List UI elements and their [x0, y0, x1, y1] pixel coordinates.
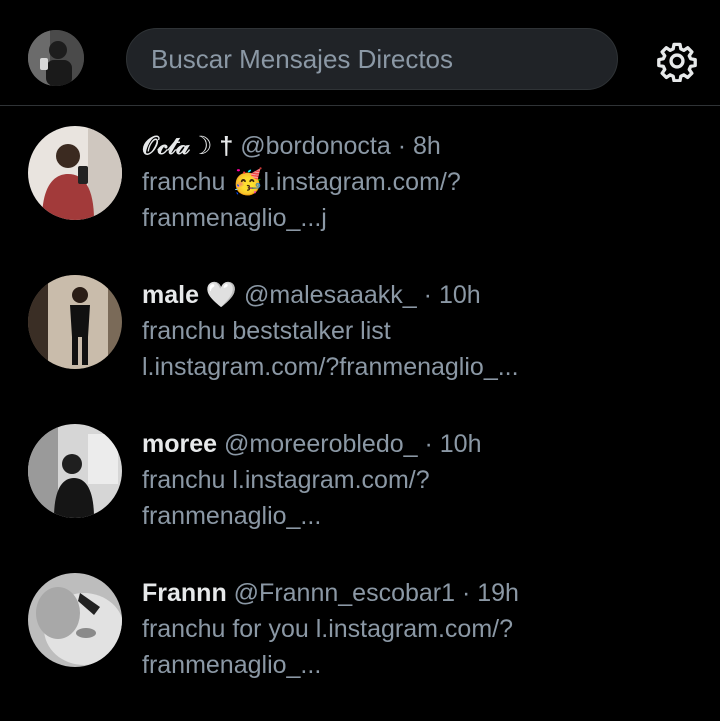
separator: ·: [424, 430, 433, 458]
avatar-photo: [28, 573, 122, 667]
preview-line: franchu l.instagram.com/?: [142, 466, 430, 494]
avatar-photo: [28, 424, 122, 518]
user-name: Frannn: [142, 579, 227, 607]
preview-line: franchu beststalker list: [142, 317, 391, 345]
user-handle: @moreerobledo_: [224, 430, 418, 458]
preview-line: franmenaglio_...: [142, 502, 322, 530]
avatar[interactable]: [28, 126, 122, 220]
avatar-photo: [28, 126, 122, 220]
timestamp: 10h: [439, 430, 482, 458]
separator: ·: [397, 132, 407, 160]
user-handle: @Frannn_escobar1: [233, 579, 456, 607]
conversation-item[interactable]: moree @moreerobledo_ · 10h franchu l.ins…: [0, 424, 720, 572]
gear-icon: [657, 42, 697, 83]
search-input[interactable]: [149, 42, 593, 76]
avatar[interactable]: [28, 573, 122, 667]
user-name: moree: [142, 430, 218, 458]
preview-line: franmenaglio_...j: [142, 204, 327, 232]
avatar-photo: [28, 275, 122, 369]
preview-line: franmenaglio_...: [142, 651, 322, 679]
settings-button[interactable]: [656, 40, 698, 83]
timestamp: 19h: [477, 579, 519, 607]
avatar[interactable]: [28, 275, 122, 369]
top-bar: [0, 0, 720, 106]
search-box[interactable]: [126, 28, 618, 90]
conversation-item[interactable]: 𝒪𝒸𝓉𝒶☽ † @bordonocta · 8h franchu 🥳l.inst…: [0, 126, 720, 274]
user-handle: @bordonocta: [240, 132, 391, 160]
timestamp: 10h: [438, 281, 481, 309]
conversation-header: male 🤍 @malesaaakk_ · 10h: [142, 277, 481, 313]
conversation-header: moree @moreerobledo_ · 10h: [142, 426, 482, 462]
separator: ·: [423, 281, 432, 309]
conversation-item[interactable]: male 🤍 @malesaaakk_ · 10h franchu bestst…: [0, 275, 720, 423]
preview-line: franchu for you l.instagram.com/?: [142, 615, 513, 643]
user-name: 𝒪𝒸𝓉𝒶☽ †: [142, 132, 234, 160]
separator: ·: [461, 579, 471, 607]
preview-line: franchu 🥳l.instagram.com/?: [142, 168, 461, 196]
conversation-header: Frannn @Frannn_escobar1 · 19h: [142, 575, 519, 611]
user-name: male 🤍: [142, 281, 238, 309]
timestamp: 8h: [412, 132, 441, 160]
user-handle: @malesaaakk_: [244, 281, 417, 309]
message-preview: franchu beststalker list l.instagram.com…: [142, 313, 702, 385]
conversation-header: 𝒪𝒸𝓉𝒶☽ † @bordonocta · 8h: [142, 128, 441, 164]
profile-photo: [28, 30, 84, 86]
message-preview: franchu for you l.instagram.com/? franme…: [142, 611, 702, 683]
message-preview: franchu 🥳l.instagram.com/? franmenaglio_…: [142, 164, 702, 236]
preview-line: l.instagram.com/?franmenaglio_...: [142, 353, 519, 381]
avatar[interactable]: [28, 424, 122, 518]
profile-avatar[interactable]: [28, 30, 84, 86]
message-preview: franchu l.instagram.com/? franmenaglio_.…: [142, 462, 702, 534]
